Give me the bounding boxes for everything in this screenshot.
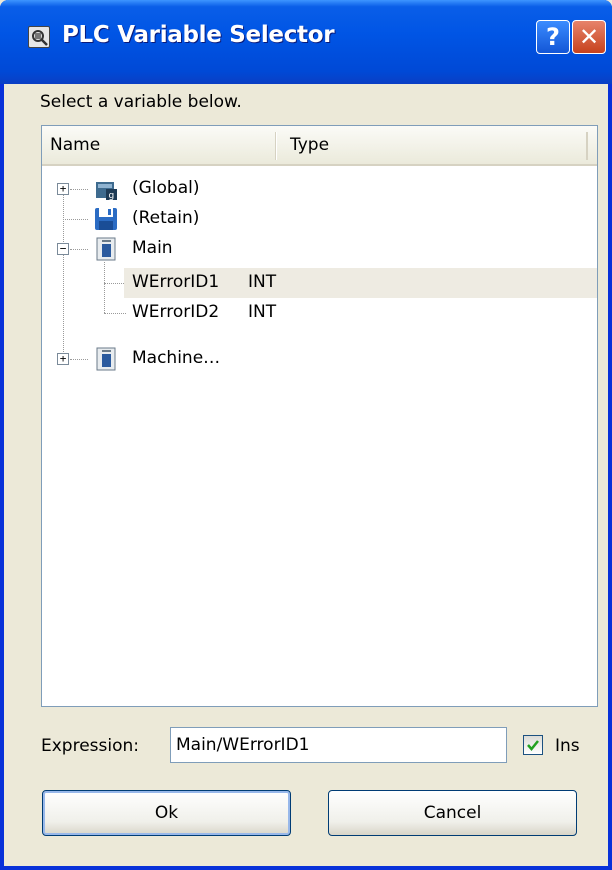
variable-type: INT [248, 302, 277, 322]
variable-type: INT [248, 272, 277, 292]
column-name-header[interactable]: Name [50, 135, 100, 155]
instruction-text: Select a variable below. [40, 92, 242, 112]
close-icon: ✕ [578, 23, 600, 51]
tree-node-label: Machine… [132, 348, 221, 368]
tree-node-label: Main [132, 238, 173, 258]
help-button[interactable]: ? [536, 20, 570, 54]
tree-leaf-werrorid2[interactable]: WErrorID2 INT [42, 298, 597, 328]
column-type-header[interactable]: Type [290, 135, 329, 155]
floppy-disk-icon [95, 208, 117, 230]
program-icon [96, 347, 116, 371]
app-icon [28, 26, 50, 48]
close-button[interactable]: ✕ [572, 20, 606, 54]
collapse-toggle[interactable]: − [57, 243, 69, 255]
variable-name: WErrorID2 [132, 302, 220, 322]
ok-button[interactable]: Ok [42, 790, 291, 836]
tree-node-machine[interactable]: + Machine… [42, 344, 597, 374]
expression-label: Expression: [41, 736, 140, 756]
tree-node-global[interactable]: + g (Global) [42, 174, 597, 204]
window-title: PLC Variable Selector [62, 22, 335, 48]
expand-toggle[interactable]: + [57, 353, 69, 365]
svg-text:g: g [109, 191, 115, 201]
program-icon [96, 237, 116, 261]
tree-node-main[interactable]: − Main [42, 234, 597, 264]
ins-checkbox[interactable] [523, 735, 543, 755]
column-header: Name Type [42, 126, 597, 166]
tree-node-retain[interactable]: (Retain) [42, 204, 597, 234]
tree-node-label: (Retain) [132, 208, 200, 228]
help-icon: ? [546, 23, 560, 51]
checkmark-icon [527, 740, 539, 751]
ins-checkbox-label[interactable]: Ins [555, 736, 580, 756]
title-bar[interactable]: PLC Variable Selector ? ✕ [0, 0, 612, 84]
tree-node-label: (Global) [132, 178, 200, 198]
tree-leaf-werrorid1[interactable]: WErrorID1 INT [42, 268, 597, 298]
cancel-button[interactable]: Cancel [328, 790, 577, 836]
column-divider[interactable] [275, 132, 277, 160]
variable-name: WErrorID1 [132, 272, 220, 292]
column-divider-end[interactable] [586, 132, 588, 160]
variable-tree[interactable]: Name Type + g (Global) (Retain) − Main W… [41, 125, 598, 707]
dialog-window: PLC Variable Selector ? ✕ Select a varia… [0, 0, 612, 870]
expression-input[interactable] [170, 727, 507, 763]
global-vars-icon: g [96, 182, 117, 201]
expand-toggle[interactable]: + [57, 183, 69, 195]
